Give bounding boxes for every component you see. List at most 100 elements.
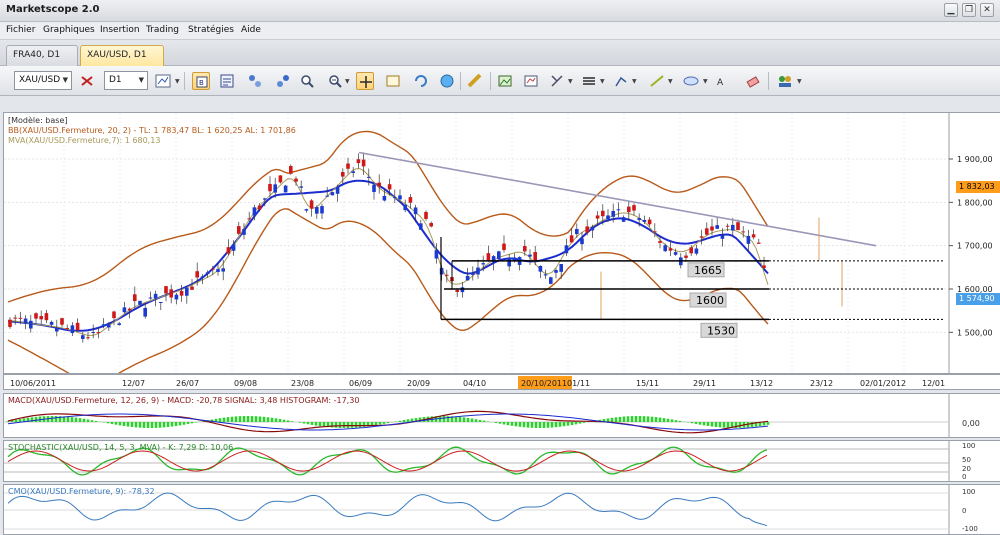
candle-body <box>393 197 397 199</box>
macd-histogram-bar <box>146 422 150 428</box>
zoom-in-icon[interactable] <box>298 72 316 90</box>
candle-body <box>23 318 28 323</box>
macd-histogram-bar <box>574 422 578 425</box>
maximize-button[interactable]: ❐ <box>962 3 976 17</box>
text-tool-icon[interactable]: A <box>714 72 732 90</box>
data-window-icon[interactable] <box>384 72 402 90</box>
tab-label: XAU/USD, D1 <box>87 50 147 60</box>
cmo-legend: CMO(XAU/USD.Fermeture, 9): -78,32 <box>8 487 155 496</box>
macd-histogram-bar <box>302 422 306 424</box>
globe-icon[interactable] <box>438 72 456 90</box>
refresh-icon[interactable] <box>412 72 430 90</box>
price-chart-panel[interactable]: 1 900,00 1 800,00 1 700,00 1 600,00 1 500,00… <box>3 112 1000 374</box>
cmo-axis-minus100: -100 <box>962 525 978 533</box>
menu-trading[interactable]: Trading <box>146 25 179 35</box>
stochastic-panel[interactable]: STOCHASTIC(XAU/USD, 14, 5, 3, MVA) - K: … <box>3 440 1000 482</box>
macd-histogram-bar <box>170 422 174 427</box>
image-icon[interactable] <box>496 72 514 90</box>
candle-body <box>621 217 626 222</box>
crosshair-icon[interactable] <box>356 72 374 90</box>
candle-body <box>361 159 366 167</box>
fibonacci-icon[interactable] <box>612 72 630 90</box>
candle-body <box>18 317 23 319</box>
candle-body <box>585 226 589 233</box>
menu-insertion[interactable]: Insertion <box>100 25 140 35</box>
chevron-down-icon[interactable]: ▼ <box>632 78 637 85</box>
menu-strategies[interactable]: Stratégies <box>188 25 234 35</box>
chart-add-icon[interactable] <box>522 72 540 90</box>
eraser-icon[interactable] <box>744 72 762 90</box>
menu-aide[interactable]: Aide <box>241 25 261 35</box>
tab-fra40[interactable]: FRA40, D1 <box>6 45 78 66</box>
macd-histogram-bar <box>50 416 54 422</box>
chart-type-icon[interactable] <box>154 72 172 90</box>
candle-body <box>185 287 189 296</box>
cmo-panel[interactable]: CMO(XAU/USD.Fermeture, 9): -78,32 100 0 … <box>3 484 1000 535</box>
macd-panel[interactable]: MACD(XAU/USD.Fermeture, 12, 26, 9) - MAC… <box>3 393 1000 438</box>
bb-legend: BB(XAU/USD.Fermeture, 20, 2) - TL: 1 783… <box>8 126 296 135</box>
users-icon[interactable] <box>776 72 794 90</box>
chevron-down-icon[interactable]: ▼ <box>797 78 802 85</box>
svg-text:A: A <box>717 78 724 88</box>
candle-body <box>512 257 517 261</box>
stoch-axis-50: 50 <box>962 456 971 464</box>
tab-xauusd[interactable]: XAU/USD, D1✕ <box>80 45 164 79</box>
ruler-icon[interactable] <box>466 72 484 90</box>
instrument-select[interactable]: XAU/USD ▼ <box>14 71 72 90</box>
macd-histogram-bar <box>562 422 566 427</box>
properties-icon[interactable] <box>218 72 236 90</box>
zoom-out-icon[interactable] <box>326 72 344 90</box>
chevron-down-icon[interactable]: ▼ <box>703 78 708 85</box>
price-chart[interactable]: 1 900,001 800,001 700,001 600,001 500,00… <box>4 113 1000 374</box>
chevron-down-icon[interactable]: ▼ <box>568 78 573 85</box>
bar-mode-icon[interactable]: B <box>192 72 210 90</box>
macd-histogram-bar <box>662 418 666 422</box>
chevron-down-icon[interactable]: ▼ <box>668 78 673 85</box>
candle-body <box>647 219 652 225</box>
macd-histogram-bar <box>278 419 282 422</box>
chevron-down-icon[interactable]: ▼ <box>600 78 605 85</box>
candle-body <box>164 286 168 294</box>
candle-body <box>455 289 459 292</box>
timeframe-select[interactable]: D1 ▼ <box>104 71 148 90</box>
close-button[interactable]: ✕ <box>980 3 994 17</box>
menu-fichier[interactable]: Fichier <box>6 25 35 35</box>
last-price-tag: 1 574,90 <box>956 293 1000 305</box>
date-axis: 10/06/2011 12/07 26/07 09/08 23/08 06/09 20/09… <box>3 374 1000 390</box>
draw-tools-icon[interactable] <box>548 72 566 90</box>
candle-body <box>715 225 719 229</box>
candle-body <box>632 205 636 211</box>
candle-body <box>569 235 574 243</box>
macd-histogram-bar <box>186 422 190 425</box>
macd-histogram-bar <box>458 416 462 422</box>
remove-instrument-icon[interactable] <box>78 72 96 90</box>
macd-legend: MACD(XAU/USD.Fermeture, 12, 26, 9) - MAC… <box>8 396 360 405</box>
candle-body <box>705 228 709 235</box>
candle-body <box>294 178 298 182</box>
candle-body <box>668 248 673 251</box>
ellipse-icon[interactable] <box>682 72 700 90</box>
macd-histogram-bar <box>110 422 114 425</box>
minimize-button[interactable]: ▁ <box>944 3 958 17</box>
candle-body <box>575 228 579 235</box>
macd-histogram-bar <box>346 422 350 428</box>
signals-icon[interactable] <box>274 72 292 90</box>
cmo-line <box>7 492 768 527</box>
macd-histogram-bar <box>526 422 530 428</box>
toolbar-separator <box>460 72 461 90</box>
high-price-tag: 1 832,03 <box>956 181 1000 193</box>
chevron-down-icon[interactable]: ▼ <box>175 78 180 85</box>
chevron-down-icon[interactable]: ▼ <box>345 78 350 85</box>
horizontal-lines-icon[interactable] <box>580 72 598 90</box>
macd-histogram-bar <box>54 416 58 422</box>
macd-histogram-bar <box>102 422 106 423</box>
indicators-icon[interactable] <box>246 72 264 90</box>
trendline-icon[interactable] <box>648 72 666 90</box>
macd-histogram-bar <box>494 422 498 423</box>
candle-body <box>481 263 485 265</box>
macd-histogram-bar <box>262 416 266 422</box>
menu-graphiques[interactable]: Graphiques <box>43 25 95 35</box>
toolbar-separator <box>490 72 491 90</box>
date-label: 04/10 <box>463 379 486 388</box>
price-axis-label: 1 900,00 <box>957 155 993 164</box>
